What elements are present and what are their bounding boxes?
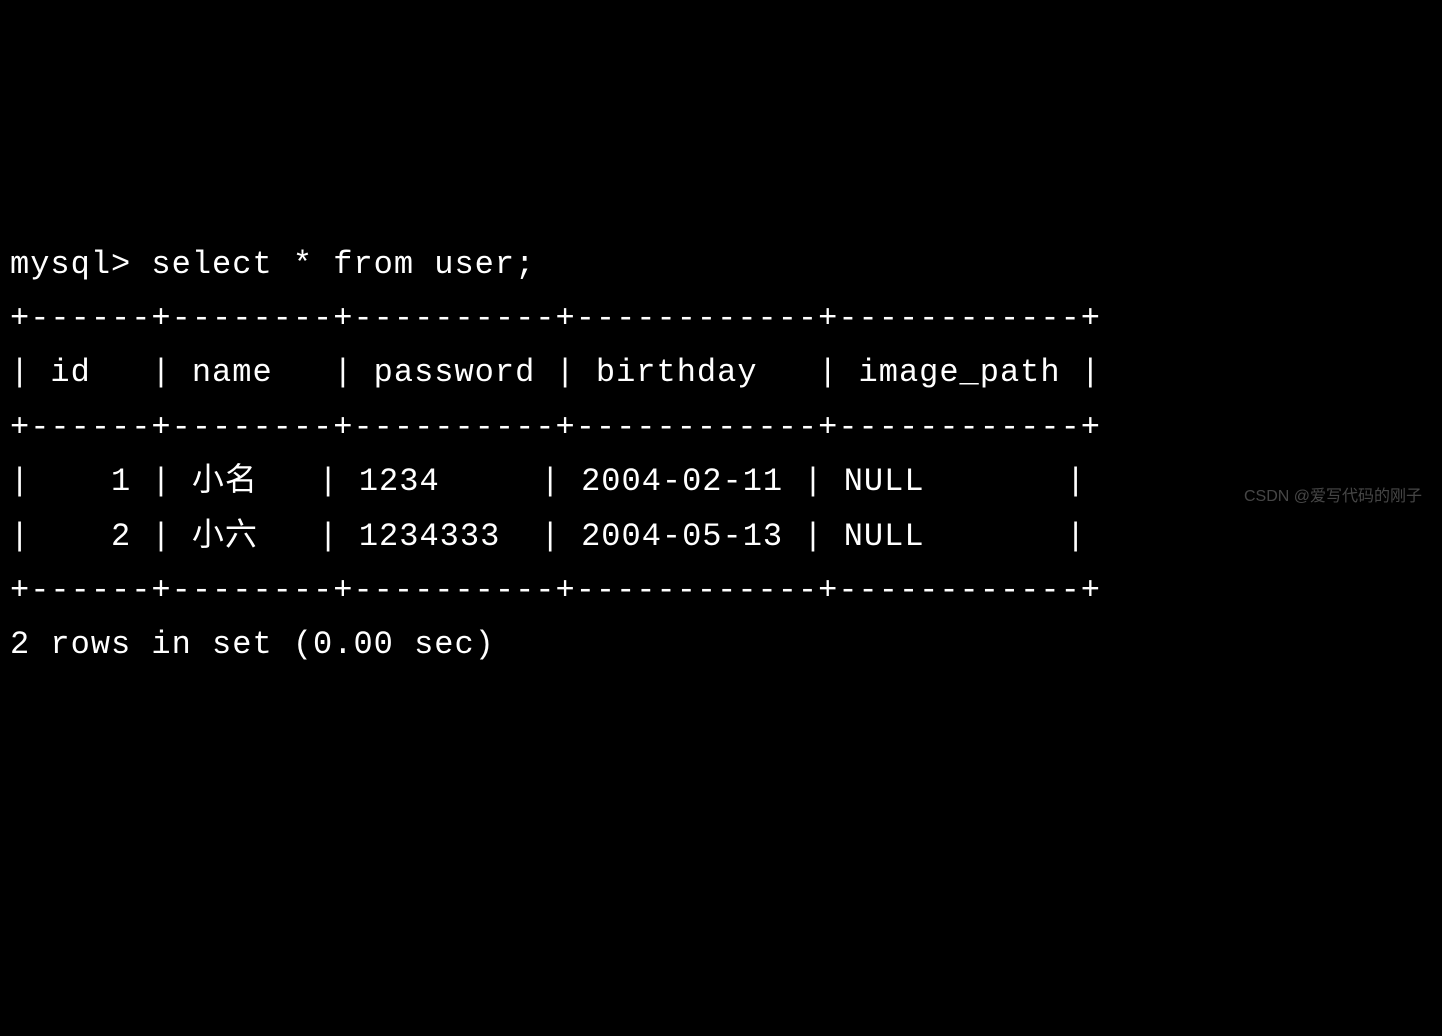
watermark-text: CSDN @爱写代码的刚子 [1244, 483, 1422, 510]
mysql-prompt: mysql> [10, 246, 151, 283]
table-row: | 1 | 小名 | 1234 | 2004-02-11 | NULL | [10, 463, 1086, 500]
sql-command: select * from user; [151, 246, 535, 283]
table-border-bottom: +------+--------+----------+------------… [10, 572, 1101, 609]
query-status: 2 rows in set (0.00 sec) [10, 626, 495, 663]
table-border-mid: +------+--------+----------+------------… [10, 409, 1101, 446]
table-border-top: +------+--------+----------+------------… [10, 300, 1101, 337]
table-row: | 2 | 小六 | 1234333 | 2004-05-13 | NULL | [10, 518, 1086, 555]
table-header-row: | id | name | password | birthday | imag… [10, 354, 1101, 391]
terminal-output: mysql> select * from user; +------+-----… [10, 238, 1432, 673]
